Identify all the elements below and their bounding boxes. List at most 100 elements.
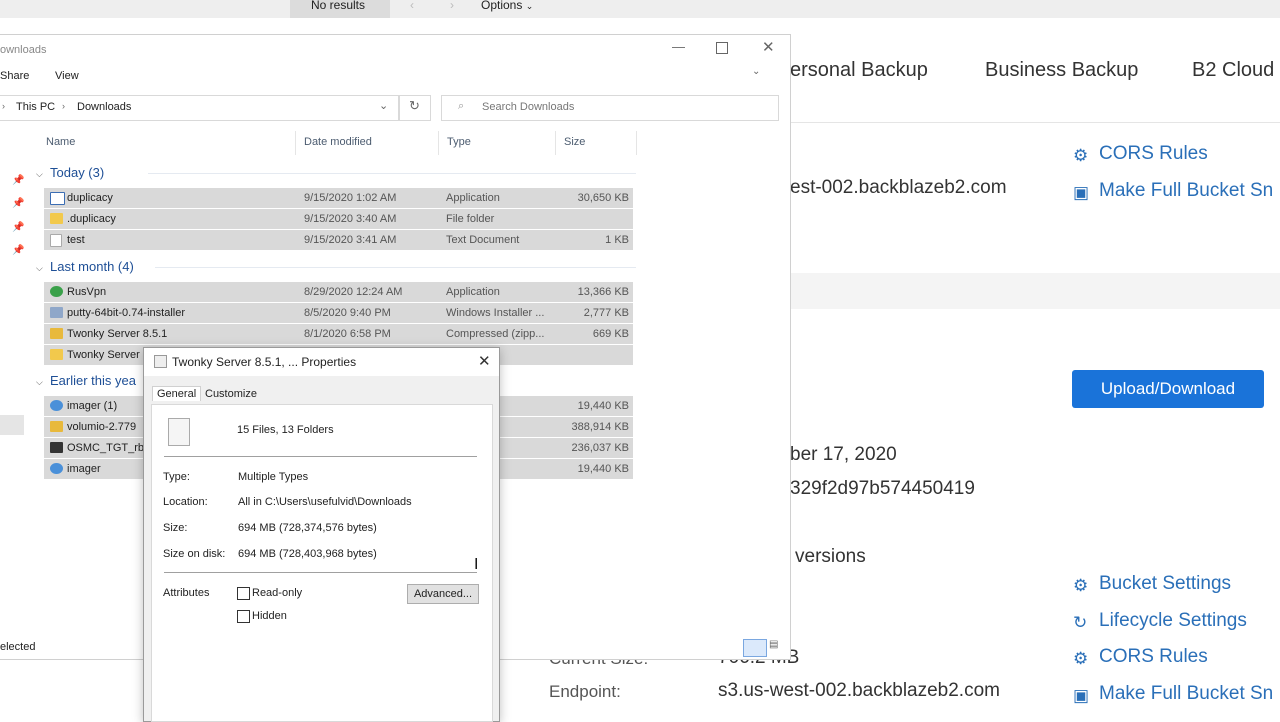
file-name: imager (1) [67,400,118,412]
file-size: 2,777 KB [583,307,629,319]
properties-dialog: Twonky Server 8.5.1, ... Properties ✕ Ge… [143,347,500,722]
options-menu[interactable]: Options ⌄ [481,0,533,18]
endpoint-label: Endpoint: [549,682,621,701]
large-icons-view-icon[interactable]: ▤ [769,639,785,655]
column-date-modified[interactable]: Date modified [304,136,372,148]
address-dropdown-icon[interactable]: ⌄ [379,99,388,112]
vpn-app-icon [50,286,63,297]
group-divider [148,173,636,174]
maximize-button[interactable] [716,42,728,54]
file-type: Application [446,192,500,204]
column-divider [438,131,439,155]
table-row[interactable]: Twonky Server 8.5.1 8/1/2020 6:58 PM Com… [44,324,633,344]
group-earlier-this-year[interactable]: ⌵ Earlier this yea [36,373,136,388]
file-size: 19,440 KB [577,400,629,412]
file-type: Compressed (zipp... [446,328,545,340]
tab-personal-backup[interactable]: ersonal Backup [790,59,928,82]
file-size: 19,440 KB [577,463,629,475]
breadcrumb-chevron-icon: › [2,101,5,111]
tab-business-backup[interactable]: Business Backup [985,59,1138,82]
minimize-button[interactable]: — [672,39,685,54]
close-button[interactable]: ✕ [762,38,775,56]
endpoint-top: est-002.backblazeb2.com [790,177,1007,198]
imager-icon [50,463,63,474]
details-view-icon[interactable] [743,639,767,657]
folder-icon [50,349,63,360]
snapshot-label-bottom: Make Full Bucket Sn [1099,683,1274,704]
lifecycle-settings-link[interactable]: ↻ Lifecycle Settings [1073,610,1247,632]
pin-icon: 📌 [12,175,25,186]
cors-rules-label-bottom: CORS Rules [1099,646,1208,667]
pin-icon: 📌 [12,198,25,209]
tab-b2-cloud[interactable]: B2 Cloud [1192,59,1274,82]
file-date: 8/29/2020 12:24 AM [304,286,403,298]
file-type: File folder [446,213,495,225]
group-last-month-label: Last month (4) [50,259,134,274]
group-last-month[interactable]: ⌵ Last month (4) [36,259,134,274]
advanced-button[interactable]: Advanced... [407,584,479,604]
column-name[interactable]: Name [46,136,75,148]
location-label: Location: [163,496,208,508]
pin-icon: 📌 [12,222,25,233]
back-arrow-icon[interactable]: ‹ [410,0,414,18]
file-name: putty-64bit-0.74-installer [67,307,186,319]
address-bar[interactable] [0,95,399,121]
file-name: RusVpn [67,286,107,298]
column-type[interactable]: Type [447,136,471,148]
column-divider [636,131,637,155]
cors-rules-link[interactable]: ⚙ CORS Rules [1073,646,1208,668]
ribbon-expand-icon[interactable]: ⌄ [752,66,760,77]
tab-general[interactable]: General [152,386,202,401]
endpoint-value: s3.us-west-002.backblazeb2.com [718,680,1000,701]
tab-customize[interactable]: Customize [205,388,257,400]
group-today[interactable]: ⌵ Today (3) [36,165,104,180]
table-row[interactable]: putty-64bit-0.74-installer 8/5/2020 9:40… [44,303,633,323]
nav-pane-selected-item[interactable] [0,415,24,435]
table-row[interactable]: RusVpn 8/29/2020 12:24 AM Application 13… [44,282,633,302]
no-results-text: No results [311,0,366,12]
options-label: Options [481,0,523,12]
breadcrumb-this-pc[interactable]: This PC [16,101,55,113]
file-date: 9/15/2020 3:41 AM [304,234,397,246]
attributes-label: Attributes [163,587,210,599]
bucket-settings-label: Bucket Settings [1099,573,1232,594]
folder-icon [50,213,63,224]
table-row[interactable]: duplicacy 9/15/2020 1:02 AM Application … [44,188,633,208]
app-icon [50,192,65,205]
file-date: 8/1/2020 6:58 PM [304,328,391,340]
dialog-title: Twonky Server 8.5.1, ... Properties [172,355,357,369]
upload-download-button[interactable]: Upload/Download [1072,370,1264,408]
search-placeholder: Search Downloads [482,101,575,113]
close-button[interactable]: ✕ [478,352,491,370]
file-name: Twonky Server [67,349,140,361]
gear-icon: ⚙ [1073,146,1089,165]
lifecycle-settings-label: Lifecycle Settings [1099,610,1247,631]
file-date: 8/5/2020 9:40 PM [304,307,391,319]
readonly-checkbox[interactable] [237,587,250,600]
hidden-checkbox[interactable] [237,610,250,623]
ribbon-share-tab[interactable]: Share [0,70,29,82]
table-row[interactable]: test 9/15/2020 3:41 AM Text Document 1 K… [44,230,633,250]
search-icon: ⌕ [458,100,465,112]
bucket-settings-link[interactable]: ⚙ Bucket Settings [1073,573,1231,595]
general-tab-panel [151,404,493,722]
breadcrumb-downloads[interactable]: Downloads [77,101,131,113]
ribbon-view-tab[interactable]: View [55,70,79,82]
file-size: 236,037 KB [571,442,630,454]
file-type: Application [446,286,500,298]
cors-rules-link-top[interactable]: ⚙ CORS Rules [1073,143,1208,165]
bucket-id: 329f2d97b574450419 [790,478,975,499]
size-on-disk-label: Size on disk: [163,548,226,560]
forward-arrow-icon[interactable]: › [450,0,454,18]
size-value: 694 MB (728,374,576 bytes) [238,522,377,534]
files-summary: 15 Files, 13 Folders [237,424,334,436]
divider [164,456,477,457]
divider [164,572,477,573]
column-size[interactable]: Size [564,136,585,148]
snapshot-link[interactable]: ▣ Make Full Bucket Sn [1073,683,1273,705]
imager-icon [50,400,63,411]
snapshot-link-top[interactable]: ▣ Make Full Bucket Sn [1073,180,1273,202]
pin-icon: 📌 [12,245,25,256]
table-row[interactable]: .duplicacy 9/15/2020 3:40 AM File folder [44,209,633,229]
type-value: Multiple Types [238,471,309,483]
